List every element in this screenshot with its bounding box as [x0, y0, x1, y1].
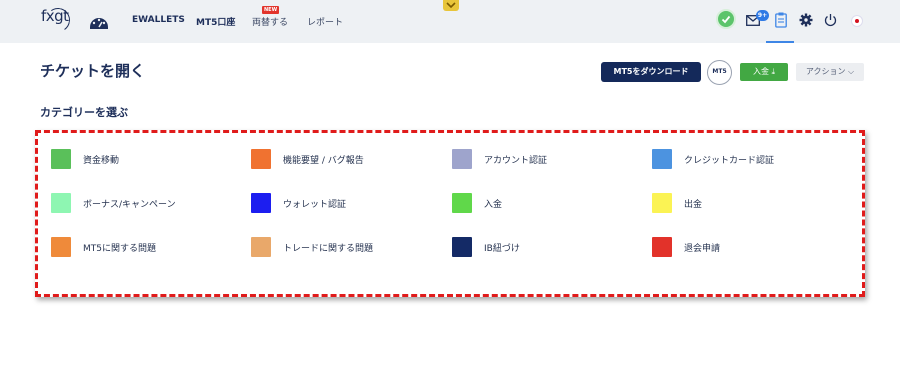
- category-item[interactable]: 入金: [452, 193, 502, 213]
- nav-ewallets[interactable]: EWALLETS: [132, 15, 185, 25]
- new-badge: NEW: [262, 6, 280, 14]
- gear-icon[interactable]: [799, 13, 813, 27]
- category-label: アカウント認証: [484, 155, 548, 166]
- category-color-swatch: [251, 193, 271, 213]
- category-item[interactable]: 退会申請: [652, 237, 720, 257]
- category-label: ボーナス/キャンペーン: [83, 199, 176, 210]
- category-color-swatch: [652, 149, 672, 169]
- category-label: クレジットカード認証: [684, 155, 775, 166]
- category-item[interactable]: トレードに関する問題: [251, 237, 373, 257]
- dashboard-gauge-icon[interactable]: [88, 11, 110, 31]
- category-color-swatch: [51, 237, 71, 257]
- category-color-swatch: [51, 193, 71, 213]
- category-color-swatch: [652, 193, 672, 213]
- category-label: 出金: [684, 199, 703, 210]
- download-mt5-button[interactable]: MT5をダウンロード: [601, 62, 701, 82]
- category-color-swatch: [452, 193, 472, 213]
- category-item[interactable]: IB紐づけ: [452, 237, 520, 257]
- category-item[interactable]: 資金移動: [51, 149, 119, 169]
- chevron-down-icon: [446, 2, 456, 9]
- category-label: IB紐づけ: [484, 243, 520, 254]
- nav-reports[interactable]: レポート: [307, 15, 343, 28]
- category-label: トレードに関する問題: [283, 243, 374, 254]
- category-label: 資金移動: [83, 155, 120, 166]
- category-item[interactable]: ボーナス/キャンペーン: [51, 193, 176, 213]
- category-item[interactable]: ウォレット認証: [251, 193, 346, 213]
- active-tab-indicator: [766, 41, 794, 43]
- category-label: 機能要望 / バグ報告: [283, 155, 364, 166]
- deposit-button[interactable]: 入金 ⤓: [740, 63, 788, 81]
- collapse-toggle[interactable]: [443, 0, 459, 11]
- category-color-swatch: [452, 149, 472, 169]
- category-label: MT5に関する問題: [83, 243, 156, 254]
- category-item[interactable]: MT5に関する問題: [51, 237, 156, 257]
- category-grid: 資金移動 機能要望 / バグ報告 アカウント認証 クレジットカード認証 ボーナス…: [35, 130, 865, 297]
- verified-status-icon[interactable]: [716, 9, 736, 29]
- nav-exchange[interactable]: 両替する: [252, 15, 288, 28]
- category-color-swatch: [652, 237, 672, 257]
- page-title: チケットを開く: [40, 62, 146, 80]
- category-color-swatch: [51, 149, 71, 169]
- category-label: 入金: [484, 199, 503, 210]
- clipboard-icon[interactable]: [775, 12, 787, 28]
- logout-power-icon[interactable]: [824, 13, 837, 27]
- mt5-terminal-button[interactable]: MT5: [707, 60, 732, 85]
- nav-mt5-accounts[interactable]: MT5口座: [196, 15, 235, 28]
- section-title: カテゴリーを選ぶ: [40, 106, 128, 119]
- category-item[interactable]: クレジットカード認証: [652, 149, 774, 169]
- notification-count-badge: 9+: [756, 10, 769, 21]
- category-color-swatch: [452, 237, 472, 257]
- category-label: 退会申請: [684, 243, 721, 254]
- action-dropdown-button[interactable]: アクション ⌵: [796, 63, 864, 81]
- top-navigation-bar: fxgt EWALLETS MT5口座 両替する レポート NEW 9+: [0, 0, 900, 43]
- category-color-swatch: [251, 149, 271, 169]
- category-item[interactable]: 出金: [652, 193, 702, 213]
- fxgt-logo[interactable]: fxgt: [41, 6, 72, 34]
- category-item[interactable]: 機能要望 / バグ報告: [251, 149, 364, 169]
- category-item[interactable]: アカウント認証: [452, 149, 547, 169]
- japan-flag-icon[interactable]: [851, 15, 863, 27]
- category-color-swatch: [251, 237, 271, 257]
- category-label: ウォレット認証: [283, 199, 347, 210]
